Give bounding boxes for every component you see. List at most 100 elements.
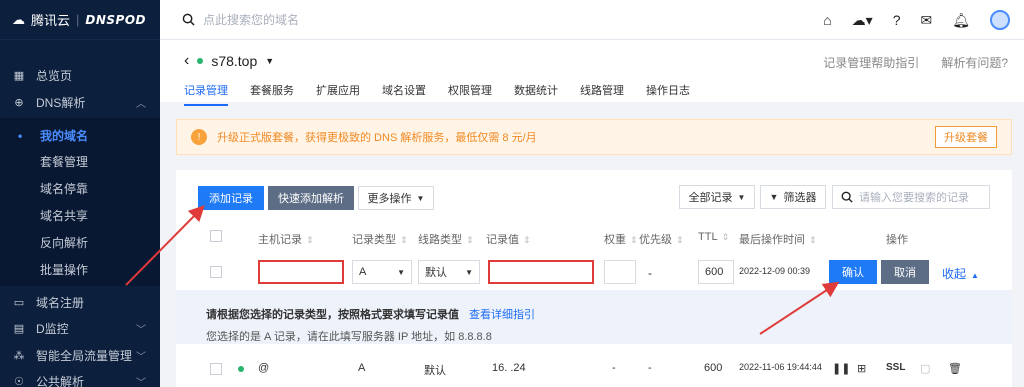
chevron-down-icon: ﹀ [136, 325, 146, 336]
value-cell: 16. .24 [492, 362, 526, 374]
sidebar-item-overview[interactable]: ▦ 总览页 [0, 62, 160, 89]
tab-statistics[interactable]: 数据统计 [514, 82, 558, 106]
search-icon [841, 191, 853, 203]
sidebar-item-packages[interactable]: 套餐管理 [0, 148, 160, 175]
col-last-modified[interactable]: 最后操作时间 ⇕ [739, 231, 817, 247]
row-checkbox[interactable] [210, 363, 222, 375]
host-cell: @ [258, 362, 270, 374]
col-host[interactable]: 主机记录 ⇕ [258, 231, 314, 247]
help-icon[interactable]: ? [893, 12, 901, 28]
brand-name: 腾讯云 [31, 13, 71, 28]
collapse-link[interactable]: 收起 ▲ [942, 265, 979, 282]
priority-value: - [648, 266, 652, 280]
wechat-icon[interactable]: ✉ [920, 12, 932, 29]
ttl-input[interactable]: 600 [698, 260, 734, 284]
sidebar-item-public-dns[interactable]: ☉ 公共解析 ﹀ [0, 368, 160, 387]
col-type[interactable]: 记录类型 ⇕ [352, 231, 408, 247]
confirm-button[interactable]: 确认 [829, 260, 877, 284]
tab-permissions[interactable]: 权限管理 [448, 82, 492, 106]
tab-bar: 记录管理 套餐服务 扩展应用 域名设置 权限管理 数据统计 线路管理 操作日志 [184, 82, 690, 106]
filter-icon: ▼ [769, 192, 779, 202]
alert-icon: ! [191, 129, 207, 145]
status-dot [238, 366, 244, 372]
quick-add-button[interactable]: 快速添加解析 [268, 186, 354, 210]
upgrade-banner: ! 升级正式版套餐，获得更极致的 DNS 解析服务，最低仅需 8 元/月 升级套… [176, 119, 1012, 155]
sidebar-item-reverse[interactable]: 反向解析 [0, 229, 160, 256]
domain-name[interactable]: s78.top [211, 53, 257, 69]
priority-cell: - [648, 362, 652, 374]
tab-records[interactable]: 记录管理 [184, 82, 228, 106]
domain-header: ‹ s78.top ▼ 记录管理帮助指引 解析有问题? 记录管理 套餐服务 扩展… [160, 40, 1024, 106]
sidebar-item-dns[interactable]: ⊕ DNS解析 ︿ [0, 89, 160, 116]
edit-record-row: A ▼ 默认 ▼ - 600 2022-12-09 00:39 确认 取消 收起 ▲ [176, 254, 1012, 294]
upgrade-button[interactable]: 升级套餐 [935, 126, 997, 148]
pause-icon[interactable]: ❚❚ [832, 362, 850, 375]
col-weight[interactable]: 权重 ⇕ [604, 231, 638, 247]
note-icon[interactable]: ▢ [920, 362, 930, 375]
time-cell: 2022-11-06 19:44:44 [739, 362, 822, 372]
tab-lines[interactable]: 线路管理 [580, 82, 624, 106]
tab-domain-settings[interactable]: 域名设置 [382, 82, 426, 106]
col-line[interactable]: 线路类型 ⇕ [418, 231, 474, 247]
cloud-dropdown-icon[interactable]: ☁▾ [852, 12, 873, 29]
tab-extensions[interactable]: 扩展应用 [316, 82, 360, 106]
col-actions: 操作 [886, 234, 908, 246]
product-name: DNSPOD [85, 12, 147, 27]
chevron-up-icon: ︿ [136, 99, 146, 110]
more-ops-button[interactable]: 更多操作 ▼ [358, 186, 434, 210]
caret-up-icon: ▲ [971, 271, 979, 280]
monitor-icon[interactable]: ⊞ [857, 362, 866, 375]
brand-logo[interactable]: ☁ 腾讯云 | DNSPOD [0, 0, 160, 40]
add-record-button[interactable]: 添加记录 [198, 186, 264, 210]
banner-text: 升级正式版套餐，获得更极致的 DNS 解析服务，最低仅需 8 元/月 [217, 132, 537, 144]
caret-down-icon: ▼ [465, 267, 473, 277]
dns-problem-link[interactable]: 解析有问题? [941, 54, 1008, 71]
monitor-icon: ▭ [13, 297, 25, 309]
col-value[interactable]: 记录值 ⇕ [486, 231, 531, 247]
avatar[interactable] [990, 10, 1010, 30]
caret-down-icon: ▼ [416, 193, 425, 203]
bell-icon[interactable]: 🔔︎ [952, 12, 970, 29]
col-priority[interactable]: 优先级 ⇕ [639, 231, 684, 247]
grid-icon: ▦ [13, 70, 25, 82]
records-panel: 添加记录 快速添加解析 更多操作 ▼ 全部记录 ▼ ▼ 筛选器 请输入您要搜索的记录 … [176, 170, 1012, 387]
all-records-dropdown[interactable]: 全部记录 ▼ [679, 185, 755, 209]
sidebar-item-sharing[interactable]: 域名共享 [0, 202, 160, 229]
record-search-input[interactable]: 请输入您要搜索的记录 [832, 185, 990, 209]
weight-input[interactable] [604, 260, 636, 284]
host-record-input[interactable] [258, 260, 344, 284]
home-icon[interactable]: ⌂ [823, 12, 831, 28]
chevron-down-icon: ﹀ [136, 378, 146, 387]
ssl-button[interactable]: SSL [886, 362, 905, 373]
col-ttl[interactable]: TTL ⇕ [698, 231, 729, 243]
weight-cell: - [612, 362, 616, 374]
tab-packages[interactable]: 套餐服务 [250, 82, 294, 106]
ttl-cell: 600 [704, 362, 723, 374]
record-value-hint: 请根据您选择的记录类型，按照格式要求填写记录值 查看详细指引 您选择的是 A 记录… [176, 290, 1012, 344]
sidebar-item-parking[interactable]: 域名停靠 [0, 175, 160, 202]
global-search-input[interactable]: 点此搜索您的域名 [203, 11, 299, 28]
record-value-input[interactable] [488, 260, 594, 284]
sidebar-item-domain-register[interactable]: ▭ 域名注册 [0, 289, 160, 316]
sidebar-item-traffic[interactable]: ⁂ 智能全局流量管理 ﹀ [0, 342, 160, 369]
global-search[interactable]: 点此搜索您的域名 [160, 11, 299, 28]
cancel-button[interactable]: 取消 [881, 260, 929, 284]
trash-icon[interactable]: 🗑︎ [948, 362, 962, 375]
caret-down-icon[interactable]: ▼ [265, 56, 274, 66]
record-type-select[interactable]: A ▼ [352, 260, 412, 284]
help-guide-link[interactable]: 记录管理帮助指引 [823, 54, 919, 71]
sidebar-item-d-monitor[interactable]: ▤ D监控 ﹀ [0, 315, 160, 342]
back-icon[interactable]: ‹ [184, 52, 189, 70]
sidebar-item-batch[interactable]: 批量操作 [0, 256, 160, 283]
hint-detail: 您选择的是 A 记录，请在此填写服务器 IP 地址，如 8.8.8.8 [206, 331, 492, 343]
tab-logs[interactable]: 操作日志 [646, 82, 690, 106]
filter-button[interactable]: ▼ 筛选器 [760, 185, 826, 209]
row-checkbox[interactable] [210, 266, 222, 278]
sidebar-item-my-domains[interactable]: 我的域名 [0, 122, 160, 149]
line-cell: 默认 [424, 365, 446, 377]
sidebar: ☁ 腾讯云 | DNSPOD ▦ 总览页 ⊕ DNS解析 ︿ 我的域名 套餐管理… [0, 0, 160, 387]
select-all-checkbox[interactable] [210, 230, 222, 242]
detail-guide-link[interactable]: 查看详细指引 [469, 309, 535, 321]
line-type-select[interactable]: 默认 ▼ [418, 260, 480, 284]
public-icon: ☉ [14, 376, 24, 387]
